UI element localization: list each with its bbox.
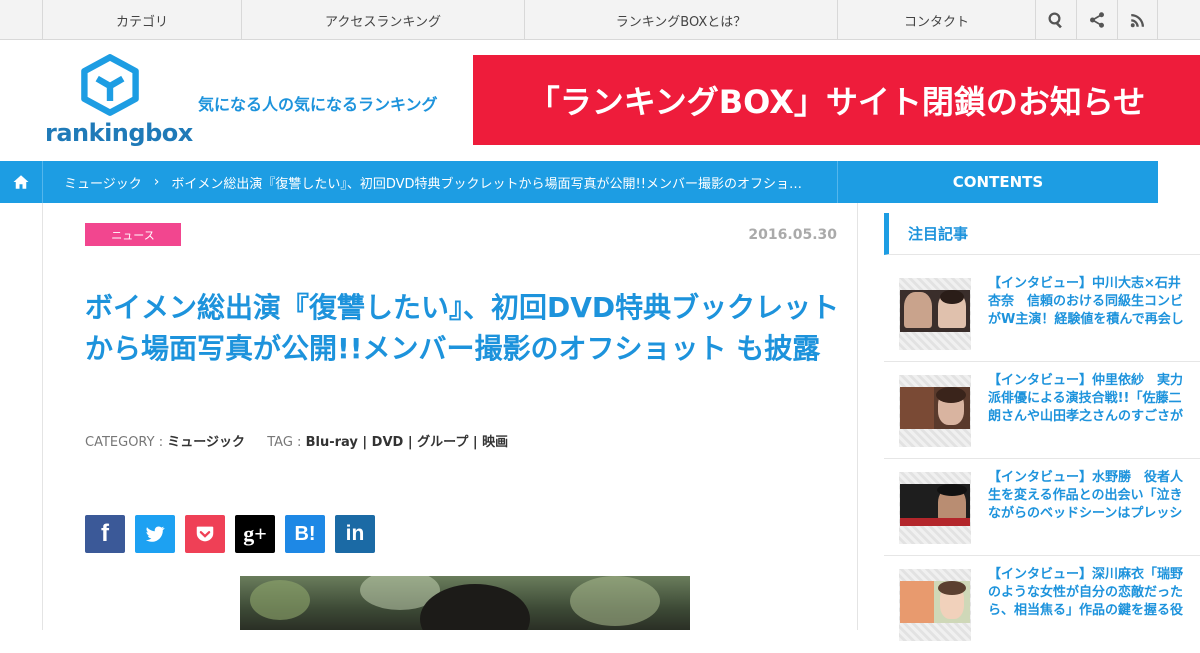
breadcrumb-bar: ミュージック › ボイメン総出演『復讐したい』、初回DVD特典ブックレットから場… xyxy=(0,161,1158,203)
category-link[interactable]: ミュージック xyxy=(167,435,245,450)
nav-item-about[interactable]: ランキングBOXとは？ xyxy=(524,0,837,40)
googleplus-share-button[interactable]: g+ xyxy=(235,515,275,553)
facebook-share-button[interactable]: f xyxy=(85,515,125,553)
article-photo xyxy=(240,576,690,630)
article-date: 2016.05.30 xyxy=(748,227,837,243)
contents-button[interactable]: CONTENTS xyxy=(837,161,1158,203)
site-tagline: 気になる人の気になるランキング xyxy=(198,95,438,114)
hatena-icon: B! xyxy=(294,522,316,545)
featured-article[interactable]: 【インタビュー】中川大志×石井杏奈 信頼のおける同級生コンビがW主演！経験値を積… xyxy=(884,265,1200,362)
linkedin-icon: in xyxy=(345,522,365,545)
logo-wordmark: rankingbox xyxy=(45,119,193,147)
breadcrumb-category[interactable]: ミュージック xyxy=(64,173,142,192)
search-button[interactable] xyxy=(1035,0,1076,40)
sidebar: 注目記事 【インタビュー】中川大志×石井杏奈 信頼のおける同級生コンビがW主演！… xyxy=(884,203,1200,641)
featured-article[interactable]: 【インタビュー】仲里依紗 実力派俳優による演技合戦!!「佐藤二朗さんや山田孝之さ… xyxy=(884,362,1200,459)
nav-item-category[interactable]: カテゴリ xyxy=(42,0,241,40)
pocket-share-button[interactable] xyxy=(185,515,225,553)
nav-label: アクセスランキング xyxy=(325,14,441,30)
share-button[interactable] xyxy=(1076,0,1117,40)
featured-article[interactable]: 【インタビュー】水野勝 役者人生を変える作品との出会い「泣きながらのベッドシーン… xyxy=(884,459,1200,556)
site-logo[interactable]: rankingbox xyxy=(45,53,193,148)
site-header: rankingbox 気になる人の気になるランキング 「ランキングBOX」サイト… xyxy=(0,41,1200,161)
chevron-right-icon: › xyxy=(153,174,160,190)
nav-label: カテゴリ xyxy=(115,14,168,30)
article-title: ボイメン総出演『復讐したい』、初回DVD特典ブックレットから場面写真が公開!!メ… xyxy=(85,291,840,365)
rss-button[interactable] xyxy=(1117,0,1158,40)
pocket-icon xyxy=(196,526,214,542)
rss-icon xyxy=(1130,14,1144,28)
featured-article-title: 【インタビュー】中川大志×石井杏奈 信頼のおける同級生コンビがW主演！経験値を積… xyxy=(988,276,1184,327)
linkedin-share-button[interactable]: in xyxy=(335,515,375,553)
nav-item-access-ranking[interactable]: アクセスランキング xyxy=(241,0,524,40)
breadcrumb: ミュージック › ボイメン総出演『復讐したい』、初回DVD特典ブックレットから場… xyxy=(64,161,814,203)
featured-article-title: 【インタビュー】水野勝 役者人生を変える作品との出会い「泣きながらのベッドシーン… xyxy=(988,470,1184,521)
search-icon xyxy=(1048,12,1062,29)
featured-article[interactable]: 【インタビュー】深川麻衣「瑞野のような女性が自分の恋敵だったら、相当焦る」作品の… xyxy=(884,556,1200,653)
nav-label: コンタクト xyxy=(903,14,969,30)
box-logo-icon xyxy=(81,54,139,116)
breadcrumb-current: ボイメン総出演『復讐したい』、初回DVD特典ブックレットから場面写真が公開!!メ… xyxy=(171,176,802,192)
share-buttons: f g+ B! in xyxy=(85,515,375,553)
twitter-share-button[interactable] xyxy=(135,515,175,553)
category-label: CATEGORY : xyxy=(85,435,164,450)
category-badge[interactable]: ニュース xyxy=(85,223,181,246)
share-icon xyxy=(1090,12,1104,28)
article-thumbnail xyxy=(899,375,971,447)
featured-article-title: 【インタビュー】仲里依紗 実力派俳優による演技合戦!!「佐藤二朗さんや山田孝之さ… xyxy=(988,373,1184,424)
twitter-icon xyxy=(145,526,165,542)
featured-heading: 注目記事 xyxy=(884,213,1200,255)
nav-item-contact[interactable]: コンタクト xyxy=(837,0,1035,40)
article-main: ニュース 2016.05.30 ボイメン総出演『復讐したい』、初回DVD特典ブッ… xyxy=(42,203,858,630)
article-thumbnail xyxy=(899,472,971,544)
tag-links[interactable]: Blu-ray | DVD | グループ | 映画 xyxy=(306,435,509,450)
home-button[interactable] xyxy=(0,161,43,203)
article-meta: CATEGORY : ミュージック TAG : Blu-ray | DVD | … xyxy=(85,431,508,450)
article-thumbnail xyxy=(899,278,971,350)
hatena-bookmark-button[interactable]: B! xyxy=(285,515,325,553)
top-nav: カテゴリ アクセスランキング ランキングBOXとは？ コンタクト xyxy=(0,0,1200,40)
tag-label: TAG : xyxy=(267,435,302,450)
featured-article-title: 【インタビュー】深川麻衣「瑞野のような女性が自分の恋敵だったら、相当焦る」作品の… xyxy=(988,567,1184,618)
closure-notice-banner[interactable]: 「ランキングBOX」サイト閉鎖のお知らせ xyxy=(473,55,1200,145)
article-thumbnail xyxy=(899,569,971,641)
home-icon xyxy=(13,175,29,189)
googleplus-icon: g+ xyxy=(243,521,267,546)
nav-label: ランキングBOXとは？ xyxy=(615,14,747,30)
facebook-icon: f xyxy=(101,520,109,547)
